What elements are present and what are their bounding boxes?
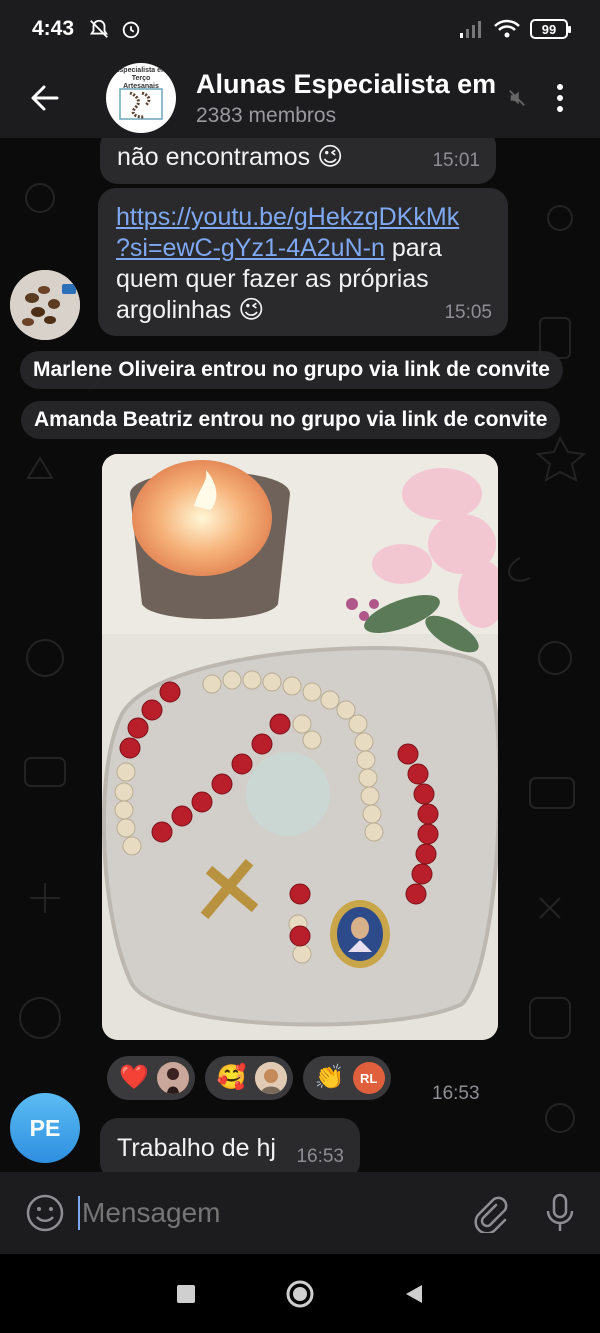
smiling-hearts-emoji: 🥰 — [216, 1064, 247, 1091]
message-text: não encontramos 😉 — [117, 143, 344, 171]
service-message: Marlene Oliveira entrou no grupo via lin… — [20, 351, 563, 389]
reactions-row: ❤️ 🥰 👏 RL — [107, 1056, 391, 1100]
reaction-heart[interactable]: ❤️ — [107, 1056, 195, 1100]
arrow-left-icon — [31, 85, 59, 111]
signal-icon — [460, 21, 481, 38]
text-caret — [78, 1196, 80, 1230]
chat-area[interactable]: não encontramos 😉 15:01 https://youtu.be… — [0, 138, 600, 1172]
rosary-photo-image — [102, 454, 498, 1040]
avatar-initials: PE — [29, 1114, 61, 1141]
battery-icon: 99 — [530, 19, 571, 39]
status-time: 4:43 — [32, 17, 75, 40]
reactor-avatar — [156, 1062, 189, 1094]
message-text-field[interactable] — [82, 1197, 382, 1229]
message-text: Trabalho de hj — [117, 1134, 276, 1162]
message-time: 16:53 — [296, 1146, 344, 1167]
reactor-avatar — [254, 1062, 287, 1094]
sender-avatar[interactable] — [10, 270, 80, 340]
recent-apps-icon[interactable] — [174, 1282, 198, 1306]
service-message: Amanda Beatriz entrou no grupo via link … — [21, 401, 561, 439]
back-nav-icon[interactable] — [402, 1282, 426, 1306]
reaction-love[interactable]: 🥰 — [204, 1056, 293, 1100]
attach-icon[interactable] — [472, 1193, 508, 1233]
microphone-icon[interactable] — [544, 1193, 576, 1233]
more-options-button[interactable] — [540, 73, 580, 123]
message-time: 15:05 — [444, 302, 492, 323]
reaction-clap[interactable]: 👏 RL — [302, 1056, 391, 1100]
coffee-beans-avatar-icon — [10, 270, 80, 340]
chat-header: Especialista em Terço Artesanais Alunas E… — [0, 58, 600, 138]
message-time: 15:01 — [432, 150, 480, 171]
group-avatar[interactable]: Especialista em Terço Artesanais — [106, 63, 176, 133]
message-input[interactable] — [78, 1183, 472, 1243]
notifications-off-icon — [89, 19, 109, 38]
message-bubble[interactable]: https://youtu.be/gHekzqDKkMk ?si=ewC-gYz… — [98, 188, 508, 336]
mute-icon — [509, 90, 525, 106]
emoji-icon[interactable] — [26, 1194, 64, 1232]
alarm-icon — [122, 21, 140, 39]
reactor-initials: RL — [352, 1062, 385, 1094]
rosary-logo-icon — [119, 88, 163, 120]
message-bubble[interactable]: não encontramos 😉 15:01 — [100, 138, 496, 184]
status-bar: 4:43 99 — [0, 0, 600, 58]
battery-level: 99 — [541, 21, 557, 37]
message-text: para — [391, 234, 442, 262]
heart-emoji: ❤️ — [119, 1064, 149, 1091]
message-bubble[interactable]: Trabalho de hj 16:53 — [100, 1118, 360, 1172]
message-input-bar — [0, 1172, 600, 1254]
photo-rosary[interactable] — [102, 454, 498, 1040]
message-time: 16:53 — [432, 1083, 480, 1104]
back-button[interactable] — [10, 63, 80, 133]
youtube-link[interactable]: https://youtu.be/gHekzqDKkMk — [116, 203, 459, 231]
youtube-link-continued[interactable]: ?si=ewC-gYz1-4A2uN-n — [116, 234, 385, 262]
wifi-icon — [494, 19, 520, 38]
sender-avatar-pe[interactable]: PE — [10, 1093, 80, 1163]
member-count: 2383 membros — [196, 103, 337, 127]
group-title[interactable]: Alunas Especialista em — [196, 69, 496, 100]
message-text: argolinhas 😉 — [116, 296, 265, 324]
system-nav-bar — [0, 1254, 600, 1333]
home-icon[interactable] — [285, 1279, 315, 1309]
message-text: quem quer fazer as próprias — [116, 265, 429, 293]
clapping-hands-emoji: 👏 — [314, 1064, 345, 1091]
